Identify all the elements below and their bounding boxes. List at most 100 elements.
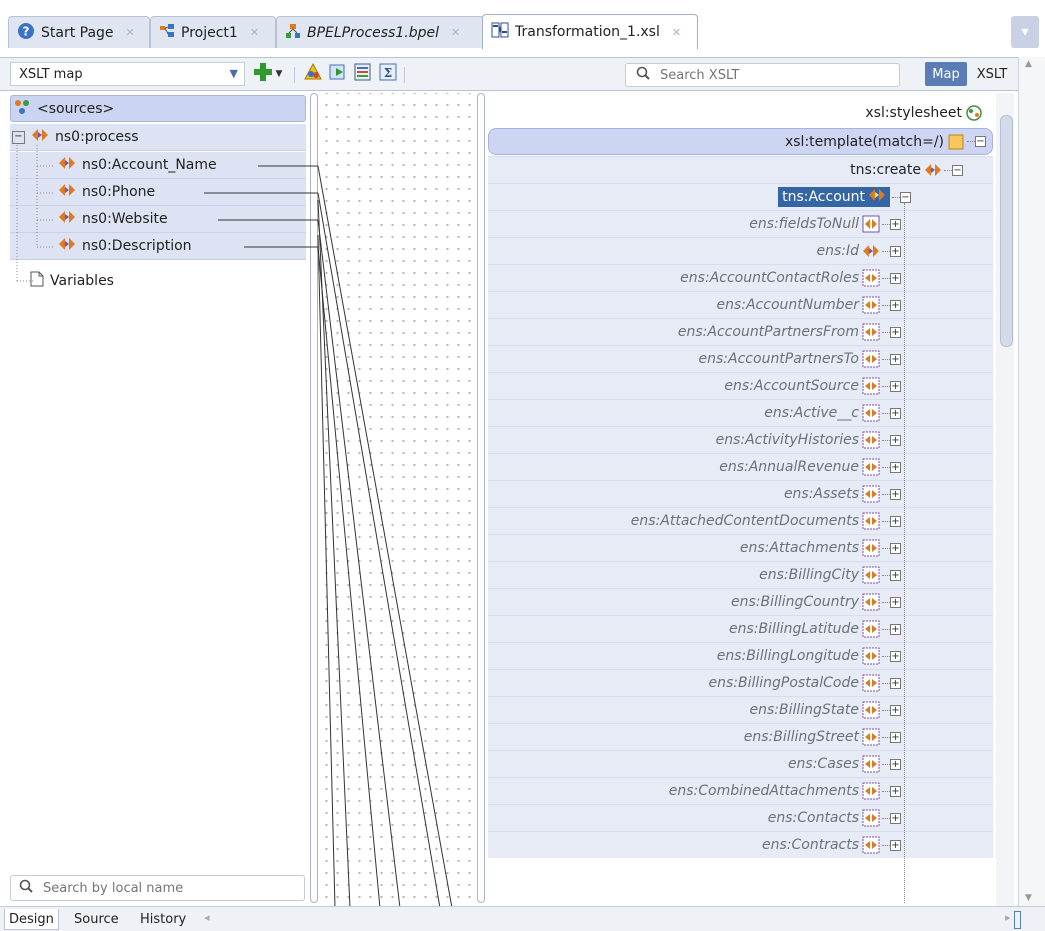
collapse-icon[interactable]: − <box>975 136 986 147</box>
expand-icon[interactable]: + <box>890 407 901 419</box>
left-splitter[interactable] <box>310 93 318 903</box>
tree-connector <box>882 790 890 792</box>
search-xslt-field[interactable] <box>625 63 900 87</box>
target-field-row[interactable]: ens:AccountSource + <box>488 372 993 399</box>
optional-element-icon <box>862 431 880 449</box>
tab-bpel-process[interactable]: BPELProcess1.bpel ✕ <box>276 16 484 48</box>
chevron-up-icon[interactable]: ▲ <box>1025 59 1032 69</box>
create-node[interactable]: tns:create − <box>488 156 993 183</box>
expand-icon[interactable]: + <box>890 542 901 554</box>
tab-history[interactable]: History <box>136 909 190 929</box>
expand-icon[interactable]: + <box>890 515 901 527</box>
chevron-down-icon[interactable]: ▼ <box>1025 893 1032 903</box>
expand-icon[interactable]: + <box>890 353 901 365</box>
expand-icon[interactable]: + <box>890 299 901 311</box>
target-field-row[interactable]: ens:AccountPartnersFrom + <box>488 318 993 345</box>
add-dropdown-button[interactable]: ▼ <box>272 63 286 85</box>
target-field-row[interactable]: ens:Cases + <box>488 750 993 777</box>
expand-icon[interactable]: + <box>890 758 901 770</box>
target-field-row[interactable]: ens:ActivityHistories + <box>488 426 993 453</box>
close-icon[interactable]: ✕ <box>451 26 460 39</box>
scrollbar-thumb[interactable] <box>1000 115 1013 347</box>
expand-icon[interactable]: + <box>890 785 901 797</box>
validate-button[interactable] <box>302 62 324 85</box>
expand-icon[interactable]: + <box>890 569 901 581</box>
map-view-button[interactable]: Map <box>925 62 967 86</box>
generate-report-button[interactable] <box>352 63 374 85</box>
horizontal-scroll-thumb[interactable] <box>1014 911 1021 929</box>
target-field-row[interactable]: ens:AccountPartnersTo + <box>488 345 993 372</box>
expand-icon[interactable]: + <box>890 326 901 338</box>
expand-icon[interactable]: + <box>890 704 901 716</box>
expand-icon[interactable]: + <box>890 488 901 500</box>
target-field-row[interactable]: ens:BillingCity + <box>488 561 993 588</box>
expand-icon[interactable]: + <box>890 380 901 392</box>
target-field-row[interactable]: ens:Contacts + <box>488 804 993 831</box>
target-field-row[interactable]: ens:AnnualRevenue + <box>488 453 993 480</box>
target-field-row[interactable]: ens:BillingPostalCode + <box>488 669 993 696</box>
tab-list-dropdown-button[interactable]: ▾ <box>1011 16 1039 48</box>
close-icon[interactable]: ✕ <box>126 26 135 39</box>
expand-icon[interactable]: + <box>890 461 901 473</box>
account-node[interactable]: tns:Account − <box>488 183 993 210</box>
close-icon[interactable]: ✕ <box>672 26 681 39</box>
close-icon[interactable]: ✕ <box>250 26 259 39</box>
expand-icon[interactable]: + <box>890 623 901 635</box>
tab-project1[interactable]: Project1 ✕ <box>150 16 276 48</box>
expand-icon[interactable]: + <box>890 245 901 257</box>
collapse-icon[interactable]: − <box>952 164 963 176</box>
search-xslt-input[interactable] <box>658 66 882 84</box>
target-field-row[interactable]: ens:fieldsToNull + <box>488 210 993 237</box>
expand-icon[interactable]: + <box>890 650 901 662</box>
target-field-row[interactable]: ens:Active__c + <box>488 399 993 426</box>
target-field-row[interactable]: ens:Id + <box>488 237 993 264</box>
target-field-row[interactable]: ens:AttachedContentDocuments + <box>488 507 993 534</box>
target-field-row[interactable]: ens:BillingStreet + <box>488 723 993 750</box>
view-mode-select[interactable]: XSLT map ▼ <box>10 62 245 86</box>
expand-icon[interactable]: + <box>890 218 901 230</box>
expand-icon[interactable]: + <box>890 812 901 824</box>
target-field-row[interactable]: ens:BillingLongitude + <box>488 642 993 669</box>
optional-element-icon <box>862 458 880 476</box>
target-field-row[interactable]: ens:Attachments + <box>488 534 993 561</box>
search-local-input[interactable] <box>41 879 285 897</box>
expand-icon[interactable]: + <box>890 839 901 851</box>
target-field-row[interactable]: ens:AccountContactRoles + <box>488 264 993 291</box>
template-node[interactable]: xsl:template(match=/) − <box>488 128 993 155</box>
target-field-row[interactable]: ens:Assets + <box>488 480 993 507</box>
expand-icon[interactable]: + <box>890 731 901 743</box>
target-field-row[interactable]: ens:BillingState + <box>488 696 993 723</box>
expand-icon[interactable]: + <box>890 434 901 446</box>
expand-icon[interactable]: + <box>890 272 901 284</box>
tab-start-page[interactable]: ? Start Page ✕ <box>8 16 150 48</box>
right-splitter[interactable] <box>477 93 485 903</box>
collapse-icon[interactable]: − <box>900 191 911 203</box>
target-field-row[interactable]: ens:BillingLatitude + <box>488 615 993 642</box>
optional-element-icon <box>862 782 880 800</box>
tree-connector <box>882 844 890 846</box>
scroll-right-icon[interactable]: ▸ <box>1005 911 1011 924</box>
target-field-row[interactable]: ens:AccountNumber + <box>488 291 993 318</box>
tab-design[interactable]: Design <box>4 909 59 930</box>
xpath-functions-button[interactable]: Σ <box>377 63 399 85</box>
field-label: ens:BillingCountry <box>730 594 859 610</box>
editor-vertical-scrollbar[interactable]: ▲ ▼ <box>1018 57 1045 907</box>
expand-icon[interactable]: + <box>890 596 901 608</box>
target-field-row[interactable]: ens:BillingCountry + <box>488 588 993 615</box>
tab-label: Project1 <box>181 24 238 41</box>
test-run-icon <box>328 62 348 86</box>
test-button[interactable] <box>327 63 349 85</box>
scroll-left-icon[interactable]: ◂ <box>204 911 210 924</box>
add-button[interactable] <box>252 63 274 85</box>
target-field-row[interactable]: ens:Contracts + <box>488 831 993 858</box>
xslt-view-button[interactable]: XSLT <box>970 62 1014 86</box>
tab-source[interactable]: Source <box>70 909 123 929</box>
optional-element-icon <box>862 728 880 746</box>
mapping-canvas[interactable] <box>318 93 476 908</box>
target-field-row[interactable]: ens:CombinedAttachments + <box>488 777 993 804</box>
tab-transformation[interactable]: Transformation_1.xsl ✕ <box>482 14 698 49</box>
search-local-field[interactable] <box>10 875 305 901</box>
stylesheet-node[interactable]: xsl:stylesheet <box>488 99 993 126</box>
expand-icon[interactable]: + <box>890 677 901 689</box>
field-label: ens:BillingLongitude <box>716 648 859 664</box>
